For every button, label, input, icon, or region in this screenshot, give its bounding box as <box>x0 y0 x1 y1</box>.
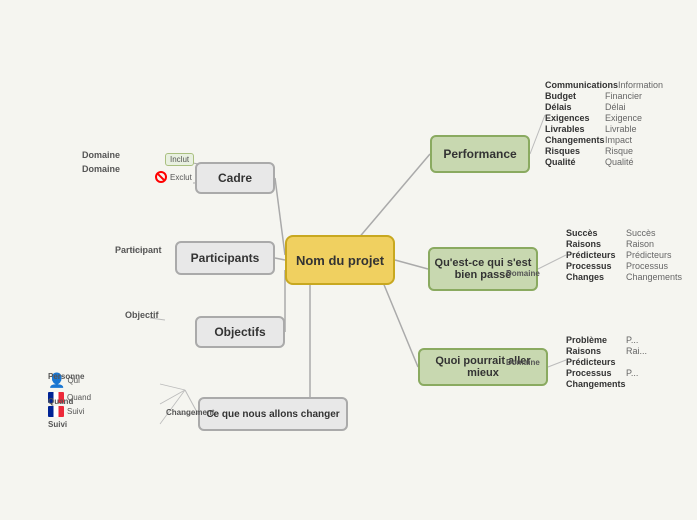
changer-label: Ce que nous allons changer <box>206 409 339 420</box>
label-budget: Budget Financier <box>545 91 663 101</box>
cadre-label: Cadre <box>218 171 252 185</box>
objectif-label: Objectif <box>125 310 159 320</box>
label-delais: Délais Délai <box>545 102 663 112</box>
label-raisons-mieux: Raisons Rai... <box>566 346 647 356</box>
performance-labels: Communications Information Budget Financ… <box>545 80 663 168</box>
label-changes: Changes Changements <box>566 272 682 282</box>
performance-node: Performance <box>430 135 530 173</box>
inclut-badge: Inclut <box>165 153 194 166</box>
passe-labels: Succès Succès Raisons Raison Prédicteurs… <box>566 228 682 283</box>
label-succes: Succès Succès <box>566 228 682 238</box>
changement-label: Changement <box>166 408 214 417</box>
quoi-mieux-node: Quoi pourrait aller mieux <box>418 348 548 386</box>
label-predicteurs-mieux: Prédicteurs <box>566 357 647 367</box>
objectifs-node: Objectifs <box>195 316 285 348</box>
label-changements-perf: Changements Impact <box>545 135 663 145</box>
cadre-left-items: Domaine Domaine <box>82 150 124 178</box>
changer-suivi: Suivi <box>48 406 91 417</box>
performance-label: Performance <box>443 147 516 161</box>
mieux-labels: Problème P... Raisons Rai... Prédicteurs… <box>566 335 647 390</box>
no-icon <box>155 171 167 183</box>
label-predicteurs-passe: Prédicteurs Prédicteurs <box>566 250 682 260</box>
changer-quand-label: Quand <box>48 397 73 406</box>
changer-suivi-label: Suivi <box>48 420 67 429</box>
label-livrables: Livrables Livrable <box>545 124 663 134</box>
label-changements-mieux: Changements <box>566 379 647 389</box>
cadre-domaine-exclut: Domaine <box>82 164 124 174</box>
exclut-badge: Exclut <box>155 171 192 183</box>
label-processus-mieux: Processus P... <box>566 368 647 378</box>
label-probleme: Problème P... <box>566 335 647 345</box>
label-processus-passe: Processus Processus <box>566 261 682 271</box>
label-qualite: Qualité Qualité <box>545 157 663 167</box>
participants-node: Participants <box>175 241 275 275</box>
label-communications: Communications Information <box>545 80 663 90</box>
changer-personne-label: Personne <box>48 372 84 381</box>
cadre-node: Cadre <box>195 162 275 194</box>
objectifs-label: Objectifs <box>214 325 265 339</box>
label-risques: Risques Risque <box>545 146 663 156</box>
domaine-passe-label: Domaine <box>506 269 540 278</box>
participants-label: Participants <box>191 251 260 265</box>
label-exigences: Exigences Exigence <box>545 113 663 123</box>
center-label: Nom du projet <box>296 253 384 268</box>
cadre-domaine-inclut: Domaine <box>82 150 124 160</box>
domaine-mieux-label: Domaine <box>506 358 540 367</box>
changer-node: Ce que nous allons changer <box>198 397 348 431</box>
center-node: Nom du projet <box>285 235 395 285</box>
label-raisons-passe: Raisons Raison <box>566 239 682 249</box>
flag-fr-icon-suivi <box>48 406 64 417</box>
participant-label: Participant <box>115 245 162 255</box>
